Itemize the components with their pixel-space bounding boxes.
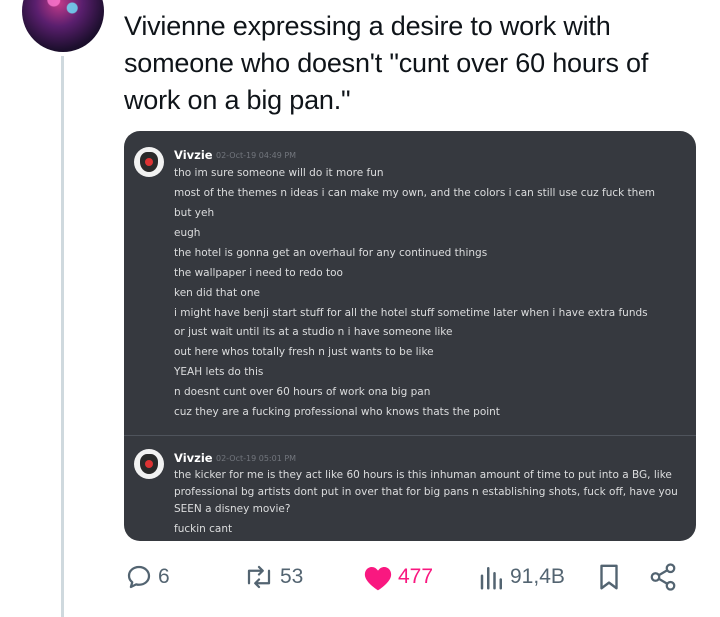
reply-icon <box>124 562 154 592</box>
discord-line: cuz they are a fucking professional who … <box>174 406 500 418</box>
discord-paragraph: the kicker for me is they act like 60 ho… <box>174 469 678 515</box>
retweet-count: 53 <box>280 565 304 588</box>
discord-line: but yeh <box>174 207 215 219</box>
bookmark-button[interactable] <box>596 560 622 594</box>
retweet-icon <box>242 562 276 592</box>
thread-line <box>61 56 64 617</box>
reply-count: 6 <box>158 565 170 588</box>
author-avatar[interactable] <box>22 0 104 52</box>
discord-avatar <box>134 147 164 177</box>
share-icon <box>648 562 678 592</box>
retweet-button[interactable]: 53 <box>242 560 303 594</box>
discord-line: the hotel is gonna get an overhaul for a… <box>174 247 488 259</box>
reply-button[interactable]: 6 <box>124 560 170 594</box>
discord-line: the wallpaper i need to redo too <box>174 267 343 279</box>
bookmark-icon <box>596 562 622 592</box>
discord-screenshot[interactable]: Vivzie 02-Oct-19 04:49 PM tho im sure so… <box>124 131 696 541</box>
discord-timestamp: 02-Oct-19 05:01 PM <box>216 454 297 463</box>
discord-line: i might have benji start stuff for all t… <box>174 307 648 319</box>
discord-divider <box>124 435 696 436</box>
discord-line: ken did that one <box>174 287 260 299</box>
views-count: 91,4B <box>510 565 565 588</box>
share-button[interactable] <box>648 560 678 594</box>
discord-avatar <box>134 449 164 479</box>
discord-author: Vivzie <box>174 148 213 162</box>
views-button[interactable]: 91,4B <box>478 560 565 594</box>
discord-line: or just wait until its at a studio n i h… <box>174 326 453 338</box>
like-button[interactable]: 477 <box>362 560 433 594</box>
discord-line: out here whos totally fresh n just wants… <box>174 346 434 358</box>
views-icon <box>478 562 506 592</box>
discord-line: most of the themes n ideas i can make my… <box>174 187 656 199</box>
discord-line: n doesnt cunt over 60 hours of work ona … <box>174 386 431 398</box>
discord-line: fuckin cant <box>174 523 233 535</box>
discord-timestamp: 02-Oct-19 04:49 PM <box>216 151 297 160</box>
discord-line: YEAH lets do this <box>174 366 264 378</box>
discord-line: eugh <box>174 227 201 239</box>
discord-author: Vivzie <box>174 451 213 465</box>
like-count: 477 <box>398 565 434 588</box>
tweet-text: Vivienne expressing a desire to work wit… <box>124 11 649 115</box>
discord-line: tho im sure someone will do it more fun <box>174 167 384 179</box>
tweet-actions: 6 53 477 91,4B <box>124 560 684 594</box>
heart-icon <box>362 562 394 592</box>
